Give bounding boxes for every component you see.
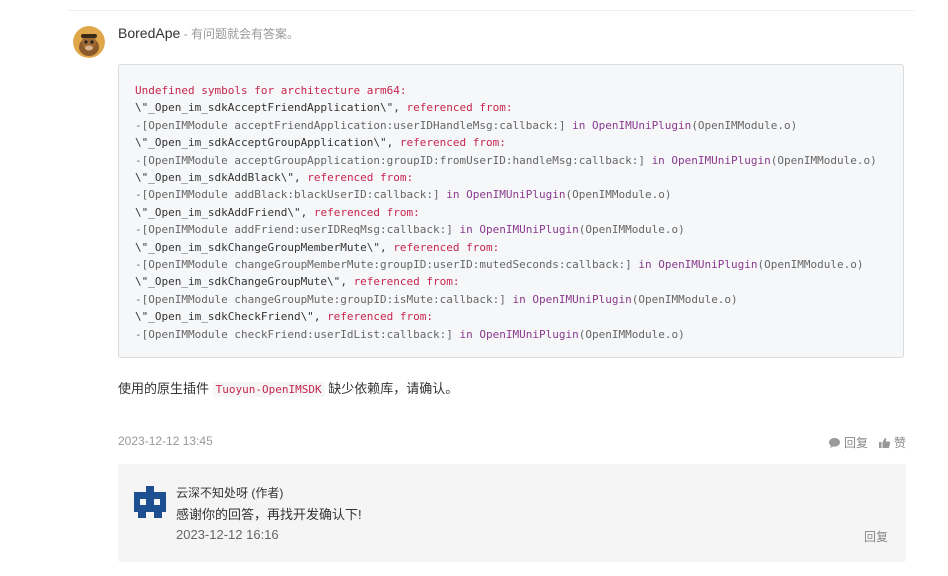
code-line: -[OpenIMModule checkFriend:userIdList:ca… bbox=[135, 326, 903, 343]
code-token: referenced from: bbox=[313, 205, 420, 219]
code-block: Undefined symbols for architecture arm64… bbox=[118, 64, 904, 358]
code-line: \"_Open_im_sdkChangeGroupMemberMute\", r… bbox=[135, 239, 903, 256]
answer-header: BoredApe - 有问题就会有答案。 bbox=[118, 24, 299, 43]
code-token: , bbox=[293, 171, 308, 185]
code-token: referenced from: bbox=[353, 275, 460, 289]
code-token: , bbox=[380, 240, 394, 254]
answer-body: 使用的原生插件 Tuoyun-OpenIMSDK 缺少依赖库，请确认。 bbox=[118, 380, 458, 399]
code-token: in OpenIMUniPlugin bbox=[572, 118, 692, 132]
bored-ape-avatar[interactable] bbox=[73, 26, 105, 58]
code-token: (OpenIMModule.o) bbox=[578, 223, 685, 237]
code-line: \"_Open_im_sdkCheckFriend\", referenced … bbox=[135, 308, 903, 325]
thumbs-up-icon bbox=[878, 437, 891, 448]
code-token: , bbox=[393, 101, 407, 115]
code-token: , bbox=[300, 205, 314, 219]
code-line: \"_Open_im_sdkAddFriend\", referenced fr… bbox=[135, 204, 903, 221]
code-token: , bbox=[340, 275, 354, 289]
author-separator: - bbox=[180, 27, 191, 41]
code-line: \"_Open_im_sdkChangeGroupMute\", referen… bbox=[135, 273, 903, 290]
code-token: , bbox=[386, 136, 400, 150]
code-token: referenced from: bbox=[399, 136, 506, 150]
code-token: \"_Open_im_sdkChangeGroupMemberMute\" bbox=[135, 240, 381, 254]
code-token: \"_Open_im_sdkAcceptGroupApplication\" bbox=[135, 136, 387, 150]
code-token: , bbox=[313, 310, 328, 324]
code-line: \"_Open_im_sdkAddBlack\", referenced fro… bbox=[135, 169, 903, 186]
code-token: -[OpenIMModule changeGroupMemberMute:gro… bbox=[135, 258, 639, 272]
code-token: \"_Open_im_sdkCheckFriend\" bbox=[135, 310, 314, 324]
code-line: -[OpenIMModule addBlack:blackUserID:call… bbox=[135, 186, 903, 203]
blue-block-avatar[interactable] bbox=[134, 486, 166, 518]
code-token: in OpenIMUniPlugin bbox=[459, 223, 579, 237]
top-divider bbox=[68, 10, 914, 11]
code-line: -[OpenIMModule changeGroupMemberMute:gro… bbox=[135, 256, 903, 273]
answer-actions: 回复 赞 bbox=[828, 434, 906, 451]
code-token: \"_Open_im_sdkAddFriend\" bbox=[135, 205, 301, 219]
inline-code-plugin: Tuoyun-OpenIMSDK bbox=[212, 382, 325, 397]
code-token: (OpenIMModule.o) bbox=[578, 327, 685, 341]
code-token: referenced from: bbox=[406, 101, 513, 115]
code-token: in OpenIMUniPlugin bbox=[638, 258, 758, 272]
code-token: (OpenIMModule.o) bbox=[757, 258, 864, 272]
code-token: -[OpenIMModule changeGroupMute:groupID:i… bbox=[135, 292, 513, 306]
code-line: \"_Open_im_sdkAcceptGroupApplication\", … bbox=[135, 134, 903, 151]
comment-reply-button[interactable]: 回复 bbox=[864, 528, 888, 545]
code-token: referenced from: bbox=[327, 310, 434, 324]
reply-label: 回复 bbox=[843, 436, 868, 450]
code-token: \"_Open_im_sdkChangeGroupMute\" bbox=[135, 275, 341, 289]
code-line: -[OpenIMModule acceptGroupApplication:gr… bbox=[135, 152, 903, 169]
code-token: -[OpenIMModule checkFriend:userIdList:ca… bbox=[135, 327, 460, 341]
code-token: \"_Open_im_sdkAcceptFriendApplication\" bbox=[135, 101, 394, 115]
body-text-prefix: 使用的原生插件 bbox=[118, 381, 213, 396]
speech-bubble-icon bbox=[828, 437, 840, 448]
code-token: (OpenIMModule.o) bbox=[770, 153, 877, 167]
author-name[interactable]: BoredApe bbox=[118, 25, 180, 41]
code-line: -[OpenIMModule changeGroupMute:groupID:i… bbox=[135, 291, 903, 308]
code-token: in OpenIMUniPlugin bbox=[651, 153, 771, 167]
author-signature: 有问题就会有答案。 bbox=[190, 27, 299, 41]
code-token: in OpenIMUniPlugin bbox=[446, 188, 566, 202]
code-token: referenced from: bbox=[307, 171, 414, 185]
code-line: Undefined symbols for architecture arm64… bbox=[135, 82, 903, 99]
code-token: \"_Open_im_sdkAddBlack\" bbox=[135, 171, 294, 185]
like-label: 赞 bbox=[893, 436, 906, 450]
comment-text: 感谢你的回答，再找开发确认下! bbox=[176, 507, 362, 522]
comment-timestamp: 2023-12-12 16:16 bbox=[176, 527, 279, 542]
comment-box: 云深不知处呀 (作者) 感谢你的回答，再找开发确认下! 2023-12-12 1… bbox=[118, 464, 906, 562]
code-token: -[OpenIMModule addBlack:blackUserID:call… bbox=[135, 188, 447, 202]
code-token: -[OpenIMModule addFriend:userIDReqMsg:ca… bbox=[135, 223, 460, 237]
answer-timestamp: 2023-12-12 13:45 bbox=[118, 434, 213, 448]
answer-meta: 2023-12-12 13:45 回复 赞 bbox=[118, 434, 906, 450]
comment-author[interactable]: 云深不知处呀 (作者) bbox=[176, 484, 283, 501]
code-token: in OpenIMUniPlugin bbox=[459, 327, 579, 341]
code-line: -[OpenIMModule acceptFriendApplication:u… bbox=[135, 117, 903, 134]
code-token: Undefined symbols for architecture arm64… bbox=[135, 84, 407, 97]
reply-button[interactable]: 回复 bbox=[828, 434, 868, 451]
code-token: -[OpenIMModule acceptGroupApplication:gr… bbox=[135, 153, 652, 167]
code-token: (OpenIMModule.o) bbox=[565, 188, 672, 202]
code-token: (OpenIMModule.o) bbox=[631, 292, 738, 306]
code-token: (OpenIMModule.o) bbox=[691, 118, 798, 132]
code-token: -[OpenIMModule acceptFriendApplication:u… bbox=[135, 118, 573, 132]
code-line: \"_Open_im_sdkAcceptFriendApplication\",… bbox=[135, 99, 903, 116]
like-button[interactable]: 赞 bbox=[878, 434, 906, 451]
code-token: referenced from: bbox=[393, 240, 500, 254]
body-text-suffix: 缺少依赖库，请确认。 bbox=[324, 381, 459, 396]
code-token: in OpenIMUniPlugin bbox=[512, 292, 632, 306]
code-line: -[OpenIMModule addFriend:userIDReqMsg:ca… bbox=[135, 221, 903, 238]
